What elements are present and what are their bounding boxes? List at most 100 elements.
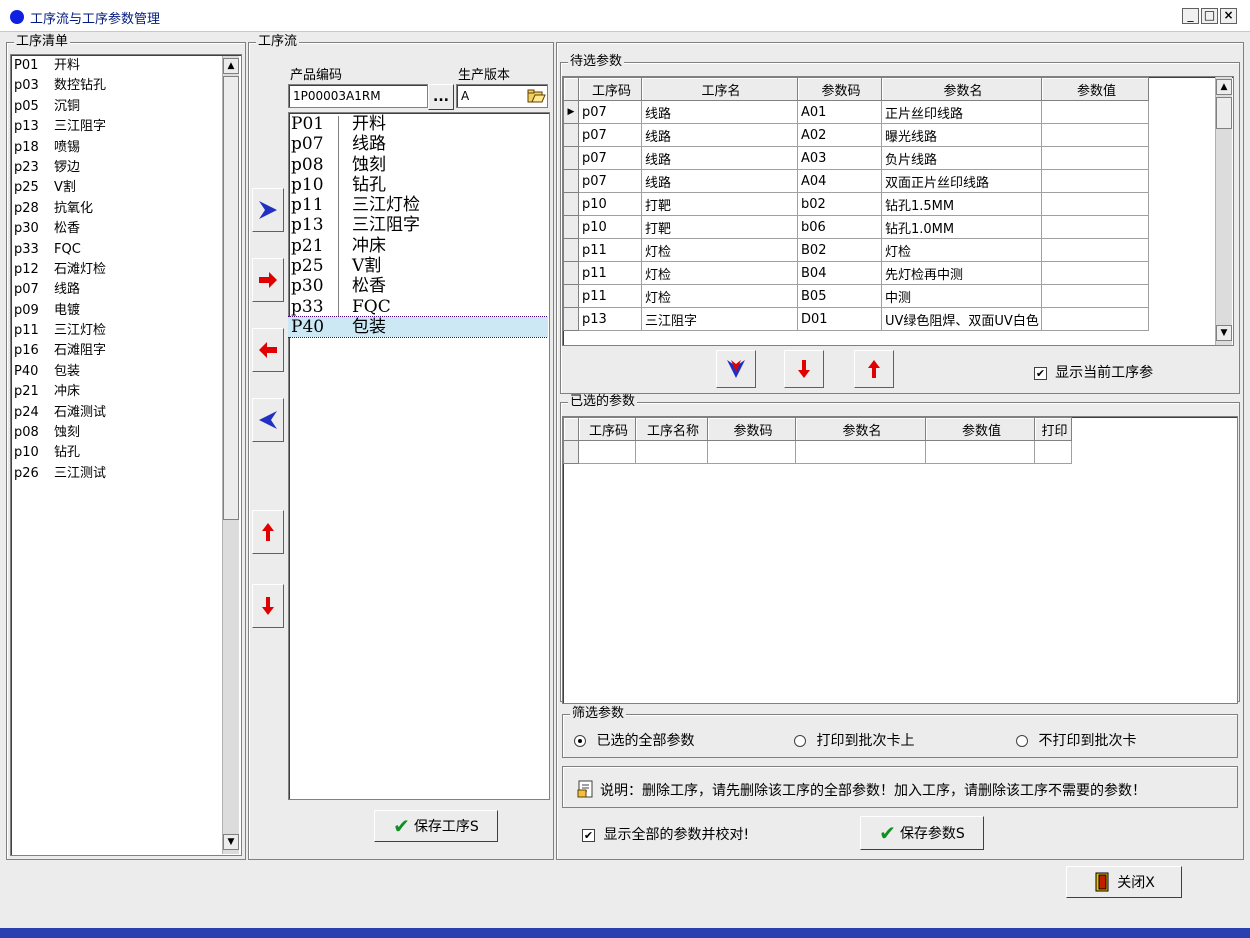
list-item[interactable]: p30 松香 — [12, 219, 220, 239]
column-header[interactable]: 参数码 — [797, 77, 882, 101]
table-cell[interactable]: D01 — [797, 307, 882, 331]
scroll-thumb[interactable] — [1216, 97, 1232, 129]
list-item[interactable]: P40 包装 — [12, 362, 220, 382]
table-row[interactable]: p11 灯检 B05 中测 — [563, 284, 1149, 308]
table-cell[interactable]: 灯检 — [881, 238, 1042, 262]
table-cell[interactable]: 灯检 — [641, 284, 798, 308]
list-item[interactable]: p25 V割 — [288, 256, 548, 276]
table-cell[interactable] — [1041, 284, 1149, 308]
list-item[interactable]: p05 沉铜 — [12, 97, 220, 117]
open-folder-icon[interactable] — [526, 86, 546, 106]
filter-option-noprint[interactable]: 不打印到批次卡 — [1016, 730, 1136, 750]
move-up-button[interactable] — [252, 510, 284, 554]
add-param-all-button[interactable] — [716, 350, 756, 388]
table-cell[interactable] — [1034, 440, 1072, 464]
list-item[interactable]: P01 开料 — [288, 114, 548, 134]
list-item[interactable]: p12 石滩灯检 — [12, 260, 220, 280]
scroll-down-icon[interactable]: ▼ — [223, 834, 239, 850]
table-cell[interactable]: p07 — [578, 100, 642, 124]
remove-all-button[interactable] — [252, 398, 284, 442]
scroll-up-icon[interactable]: ▲ — [223, 58, 239, 74]
table-cell[interactable]: A03 — [797, 146, 882, 170]
save-params-button[interactable]: ✔ 保存参数S — [860, 816, 984, 850]
table-cell[interactable]: 中测 — [881, 284, 1042, 308]
table-cell[interactable]: p13 — [578, 307, 642, 331]
table-row[interactable]: p10 打靶 b02 钻孔1.5MM — [563, 192, 1149, 216]
table-cell[interactable]: p11 — [578, 261, 642, 285]
filter-option-print[interactable]: 打印到批次卡上 — [794, 730, 914, 750]
table-cell[interactable]: B02 — [797, 238, 882, 262]
list-item[interactable]: p25 V割 — [12, 178, 220, 198]
table-cell[interactable]: b06 — [797, 215, 882, 239]
table-row[interactable]: p10 打靶 b06 钻孔1.0MM — [563, 215, 1149, 239]
list-item[interactable]: p28 抗氧化 — [12, 199, 220, 219]
table-row[interactable]: p11 灯检 B02 灯检 — [563, 238, 1149, 262]
table-cell[interactable] — [1041, 261, 1149, 285]
table-cell[interactable]: 线路 — [641, 100, 798, 124]
table-cell[interactable]: b02 — [797, 192, 882, 216]
list-item[interactable]: p08 蚀刻 — [12, 423, 220, 443]
move-down-button[interactable] — [252, 584, 284, 628]
maximize-button[interactable]: □ — [1201, 8, 1218, 24]
table-cell[interactable] — [1041, 146, 1149, 170]
close-button[interactable]: 关闭X — [1066, 866, 1182, 898]
table-cell[interactable]: 打靶 — [641, 192, 798, 216]
table-cell[interactable] — [1041, 238, 1149, 262]
table-cell[interactable]: 线路 — [641, 123, 798, 147]
table-row[interactable]: p13 三江阻字 D01 UV绿色阻焊、双面UV白色 — [563, 307, 1149, 331]
list-item[interactable]: p16 石滩阻字 — [12, 341, 220, 361]
list-item[interactable]: p18 喷锡 — [12, 138, 220, 158]
table-cell[interactable] — [1041, 123, 1149, 147]
table-cell[interactable] — [578, 440, 636, 464]
table-cell[interactable] — [707, 440, 796, 464]
table-cell[interactable]: 灯检 — [641, 238, 798, 262]
product-code-input[interactable]: 1P00003A1RM — [288, 84, 428, 108]
list-item[interactable]: p08 蚀刻 — [288, 155, 548, 175]
table-cell[interactable]: 线路 — [641, 146, 798, 170]
list-item[interactable]: p03 数控钻孔 — [12, 76, 220, 96]
list-item[interactable]: p23 锣边 — [12, 158, 220, 178]
list-item[interactable]: p10 钻孔 — [288, 175, 548, 195]
table-cell[interactable] — [1041, 192, 1149, 216]
list-item[interactable]: p09 电镀 — [12, 301, 220, 321]
list-item[interactable]: p07 线路 — [12, 280, 220, 300]
column-header[interactable]: 打印 — [1034, 417, 1072, 441]
table-cell[interactable]: p07 — [578, 169, 642, 193]
minimize-button[interactable]: _ — [1182, 8, 1199, 24]
list-item[interactable]: p24 石滩测试 — [12, 403, 220, 423]
table-cell[interactable]: B05 — [797, 284, 882, 308]
table-cell[interactable]: 三江阻字 — [641, 307, 798, 331]
show-current-checkbox[interactable]: ✔ 显示当前工序参 — [1034, 362, 1153, 382]
table-row[interactable]: p07 线路 A02 曝光线路 — [563, 123, 1149, 147]
table-cell[interactable]: 线路 — [641, 169, 798, 193]
add-one-button[interactable] — [252, 258, 284, 302]
table-cell[interactable]: A04 — [797, 169, 882, 193]
table-cell[interactable]: B04 — [797, 261, 882, 285]
table-cell[interactable] — [1041, 100, 1149, 124]
table-cell[interactable]: p11 — [578, 284, 642, 308]
scroll-up-icon[interactable]: ▲ — [1216, 79, 1232, 95]
column-header[interactable]: 参数值 — [1041, 77, 1149, 101]
list-item[interactable]: p13 三江阻字 — [288, 215, 548, 235]
scroll-down-icon[interactable]: ▼ — [1216, 325, 1232, 341]
save-flow-button[interactable]: ✔ 保存工序S — [374, 810, 498, 842]
column-header[interactable]: 参数名 — [795, 417, 926, 441]
table-cell[interactable] — [635, 440, 708, 464]
table-cell[interactable]: 灯检 — [641, 261, 798, 285]
table-cell[interactable]: UV绿色阻焊、双面UV白色 — [881, 307, 1042, 331]
table-cell[interactable] — [1041, 169, 1149, 193]
column-header[interactable]: 工序码 — [578, 77, 642, 101]
table-cell[interactable]: 正片丝印线路 — [881, 100, 1042, 124]
column-header[interactable]: 参数名 — [881, 77, 1042, 101]
table-cell[interactable] — [925, 440, 1035, 464]
remove-param-button[interactable] — [854, 350, 894, 388]
table-cell[interactable]: A01 — [797, 100, 882, 124]
table-cell[interactable] — [795, 440, 926, 464]
list-item[interactable]: P40 包装 — [288, 315, 548, 339]
list-item[interactable]: p13 三江阻字 — [12, 117, 220, 137]
filter-option-all[interactable]: 已选的全部参数 — [574, 730, 694, 750]
table-cell[interactable]: p11 — [578, 238, 642, 262]
table-row[interactable]: ▶ p07 线路 A01 正片丝印线路 — [563, 100, 1149, 124]
list-item[interactable]: p07 线路 — [288, 134, 548, 154]
list-item[interactable]: p33 FQC — [288, 297, 548, 317]
